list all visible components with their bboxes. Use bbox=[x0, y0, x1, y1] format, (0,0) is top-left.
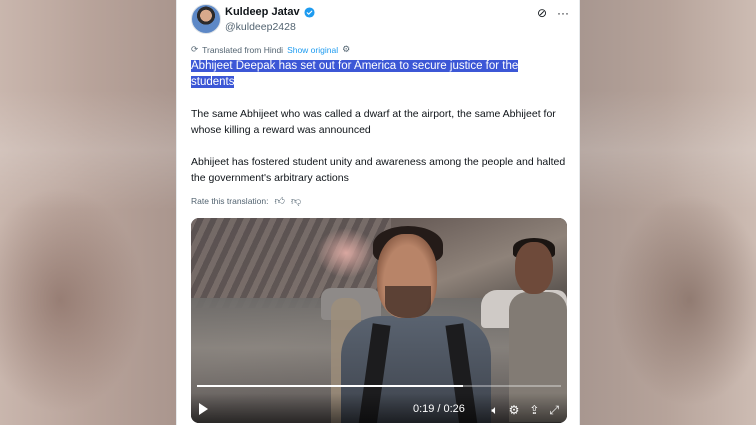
volume-icon[interactable]: 🔈︎ bbox=[491, 403, 498, 417]
share-icon[interactable]: ⇪ bbox=[529, 403, 539, 417]
author-handle[interactable]: @kuldeep2428 bbox=[225, 21, 296, 33]
post-paragraph-2: Abhijeet has fostered student unity and … bbox=[191, 156, 566, 184]
video-controls: 0:19 / 0:26 🔈︎ ⚙ ⇪ ⤢ bbox=[191, 393, 567, 423]
show-original-link[interactable]: Show original bbox=[287, 45, 338, 55]
verified-icon bbox=[304, 6, 315, 18]
video-control-icons: 🔈︎ ⚙ ⇪ ⤢ bbox=[491, 403, 559, 417]
video-progress-bar[interactable] bbox=[197, 385, 561, 387]
translation-notice: ⟳ Translated from Hindi Show original ⚙ bbox=[191, 44, 350, 55]
gear-icon[interactable]: ⚙ bbox=[509, 403, 520, 417]
author-row: Kuldeep Jatav bbox=[225, 6, 315, 18]
translate-icon: ⟳ bbox=[191, 44, 199, 54]
play-icon[interactable] bbox=[199, 403, 208, 415]
video-progress-fill bbox=[197, 385, 463, 387]
fullscreen-icon[interactable]: ⤢ bbox=[549, 403, 559, 417]
post-headline: Abhijeet Deepak has set out for America … bbox=[191, 58, 561, 90]
video-player[interactable]: 0:19 / 0:26 🔈︎ ⚙ ⇪ ⤢ bbox=[191, 218, 567, 423]
duration: 0:26 bbox=[443, 403, 465, 415]
current-time: 0:19 bbox=[413, 403, 435, 415]
time-separator: / bbox=[437, 403, 441, 415]
headline-text: Abhijeet Deepak has set out for America … bbox=[191, 60, 519, 88]
video-timecode: 0:19 / 0:26 bbox=[413, 403, 465, 415]
post-actions: ⊘ ··· bbox=[537, 6, 569, 20]
author-name[interactable]: Kuldeep Jatav bbox=[225, 6, 300, 18]
translated-from-label: Translated from Hindi bbox=[202, 44, 284, 55]
post-card: Kuldeep Jatav @kuldeep2428 ⊘ ··· ⟳ Trans… bbox=[176, 0, 580, 425]
thumb-down-icon[interactable]: 👎︎ bbox=[291, 195, 301, 207]
gear-icon[interactable]: ⚙ bbox=[342, 44, 350, 55]
thumb-up-icon[interactable]: 👍︎ bbox=[274, 195, 284, 207]
rate-translation: Rate this translation: 👍︎ 👎︎ bbox=[191, 195, 301, 207]
grok-icon[interactable]: ⊘ bbox=[537, 6, 547, 20]
more-icon[interactable]: ··· bbox=[557, 6, 569, 20]
avatar[interactable] bbox=[191, 4, 221, 34]
rate-label: Rate this translation: bbox=[191, 196, 269, 206]
post-paragraph-1: The same Abhijeet who was called a dwarf… bbox=[191, 108, 556, 136]
